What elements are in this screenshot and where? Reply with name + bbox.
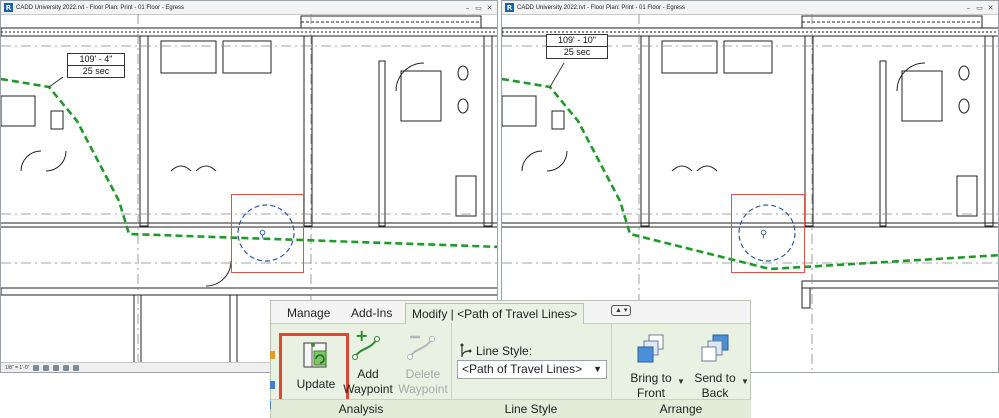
send-to-back-icon bbox=[701, 334, 729, 362]
chevron-down-icon: ▼ bbox=[593, 364, 602, 374]
revit-logo-icon: R bbox=[505, 3, 514, 12]
sun-path-icon[interactable] bbox=[53, 364, 60, 371]
svg-text:+: + bbox=[355, 329, 368, 345]
add-waypoint-button[interactable]: + Add Waypoint bbox=[341, 326, 395, 397]
right-path-time: 25 sec bbox=[563, 47, 591, 57]
left-window-titlebar[interactable]: R CADD University 2022.rvt - Floor Plan:… bbox=[1, 1, 497, 15]
bring-to-front-label-line1: Bring to bbox=[630, 371, 672, 385]
analysis-panel: Update + Add Waypoint Delete Waypoint An… bbox=[270, 323, 452, 418]
visual-style-icon[interactable] bbox=[43, 364, 50, 371]
minimize-button[interactable]: – bbox=[463, 4, 472, 12]
line-style-dropdown[interactable]: <Path of Travel Lines> ▼ bbox=[457, 360, 607, 379]
ribbon-tab-bar: Manage Add-Ins Modify | <Path of Travel … bbox=[271, 301, 750, 324]
tab-add-ins[interactable]: Add-Ins bbox=[345, 303, 398, 323]
bring-to-front-icon bbox=[637, 334, 664, 363]
add-waypoint-label-line1: Add bbox=[357, 367, 379, 381]
update-icon bbox=[303, 342, 327, 368]
right-highlight-box bbox=[731, 194, 805, 273]
line-style-label-text: Line Style: bbox=[476, 344, 533, 358]
shadows-icon[interactable] bbox=[63, 364, 70, 371]
send-to-back-label-line1: Send to bbox=[694, 371, 736, 385]
delete-waypoint-label-line2: Waypoint bbox=[398, 382, 448, 396]
delete-waypoint-button[interactable]: Delete Waypoint bbox=[395, 329, 451, 397]
delete-waypoint-icon bbox=[407, 335, 435, 360]
line-style-icon bbox=[460, 343, 472, 358]
delete-waypoint-label-line1: Delete bbox=[405, 367, 441, 381]
left-window-title: CADD University 2022.rvt - Floor Plan: P… bbox=[16, 4, 185, 11]
maximize-button[interactable]: ▭ bbox=[975, 4, 984, 12]
right-path-tag[interactable]: 109' - 10" 25 sec bbox=[546, 34, 608, 59]
left-highlight-box bbox=[231, 194, 304, 273]
line-style-panel-label: Line Style bbox=[451, 399, 611, 418]
update-button[interactable]: Update bbox=[289, 339, 343, 392]
right-path-distance: 109' - 10" bbox=[547, 35, 607, 47]
update-label: Update bbox=[296, 377, 336, 391]
tab-manage[interactable]: Manage bbox=[281, 303, 336, 323]
add-waypoint-label-line2: Waypoint bbox=[343, 382, 393, 396]
close-button[interactable]: ✕ bbox=[986, 4, 995, 12]
revit-logo-icon: R bbox=[4, 3, 13, 12]
right-window-titlebar[interactable]: R CADD University 2022.rvt - Floor Plan:… bbox=[502, 1, 998, 15]
add-waypoint-icon: + bbox=[352, 326, 380, 360]
send-to-back-button[interactable]: Send to Back bbox=[685, 333, 745, 401]
close-button[interactable]: ✕ bbox=[485, 4, 494, 12]
send-to-back-dropdown-arrow[interactable]: ▼ bbox=[741, 377, 749, 386]
line-style-field-label: Line Style: bbox=[459, 343, 532, 359]
detail-level-icon[interactable] bbox=[33, 364, 40, 371]
ribbon-toggle-icon: ▲ ▾ bbox=[611, 305, 632, 316]
crop-view-icon[interactable] bbox=[73, 364, 80, 371]
left-path-distance: 109' - 4" bbox=[68, 54, 124, 66]
bring-to-front-dropdown-arrow[interactable]: ▼ bbox=[677, 377, 685, 386]
ribbon-minimize-control[interactable]: ▲ ▾ bbox=[611, 305, 632, 316]
ribbon-popup: Manage Add-Ins Modify | <Path of Travel … bbox=[270, 300, 751, 418]
view-scale[interactable]: 1/8" = 1'-0" bbox=[5, 365, 29, 371]
arrange-panel: Bring to Front ▼ Send to Back ▼ Arrange bbox=[611, 323, 751, 418]
arrange-panel-label: Arrange bbox=[611, 399, 751, 418]
left-view-control-bar: 1/8" = 1'-0" bbox=[1, 362, 271, 372]
maximize-button[interactable]: ▭ bbox=[474, 4, 483, 12]
line-style-dropdown-value: <Path of Travel Lines> bbox=[462, 362, 583, 376]
bring-to-front-button[interactable]: Bring to Front bbox=[621, 333, 681, 401]
analysis-panel-label: Analysis bbox=[271, 399, 451, 418]
left-path-tag[interactable]: 109' - 4" 25 sec bbox=[67, 53, 125, 78]
minimize-button[interactable]: – bbox=[964, 4, 973, 12]
left-path-time: 25 sec bbox=[82, 66, 110, 76]
tab-modify-path-of-travel[interactable]: Modify | <Path of Travel Lines> bbox=[405, 303, 585, 324]
right-window-title: CADD University 2022.rvt - Floor Plan: P… bbox=[517, 4, 686, 11]
